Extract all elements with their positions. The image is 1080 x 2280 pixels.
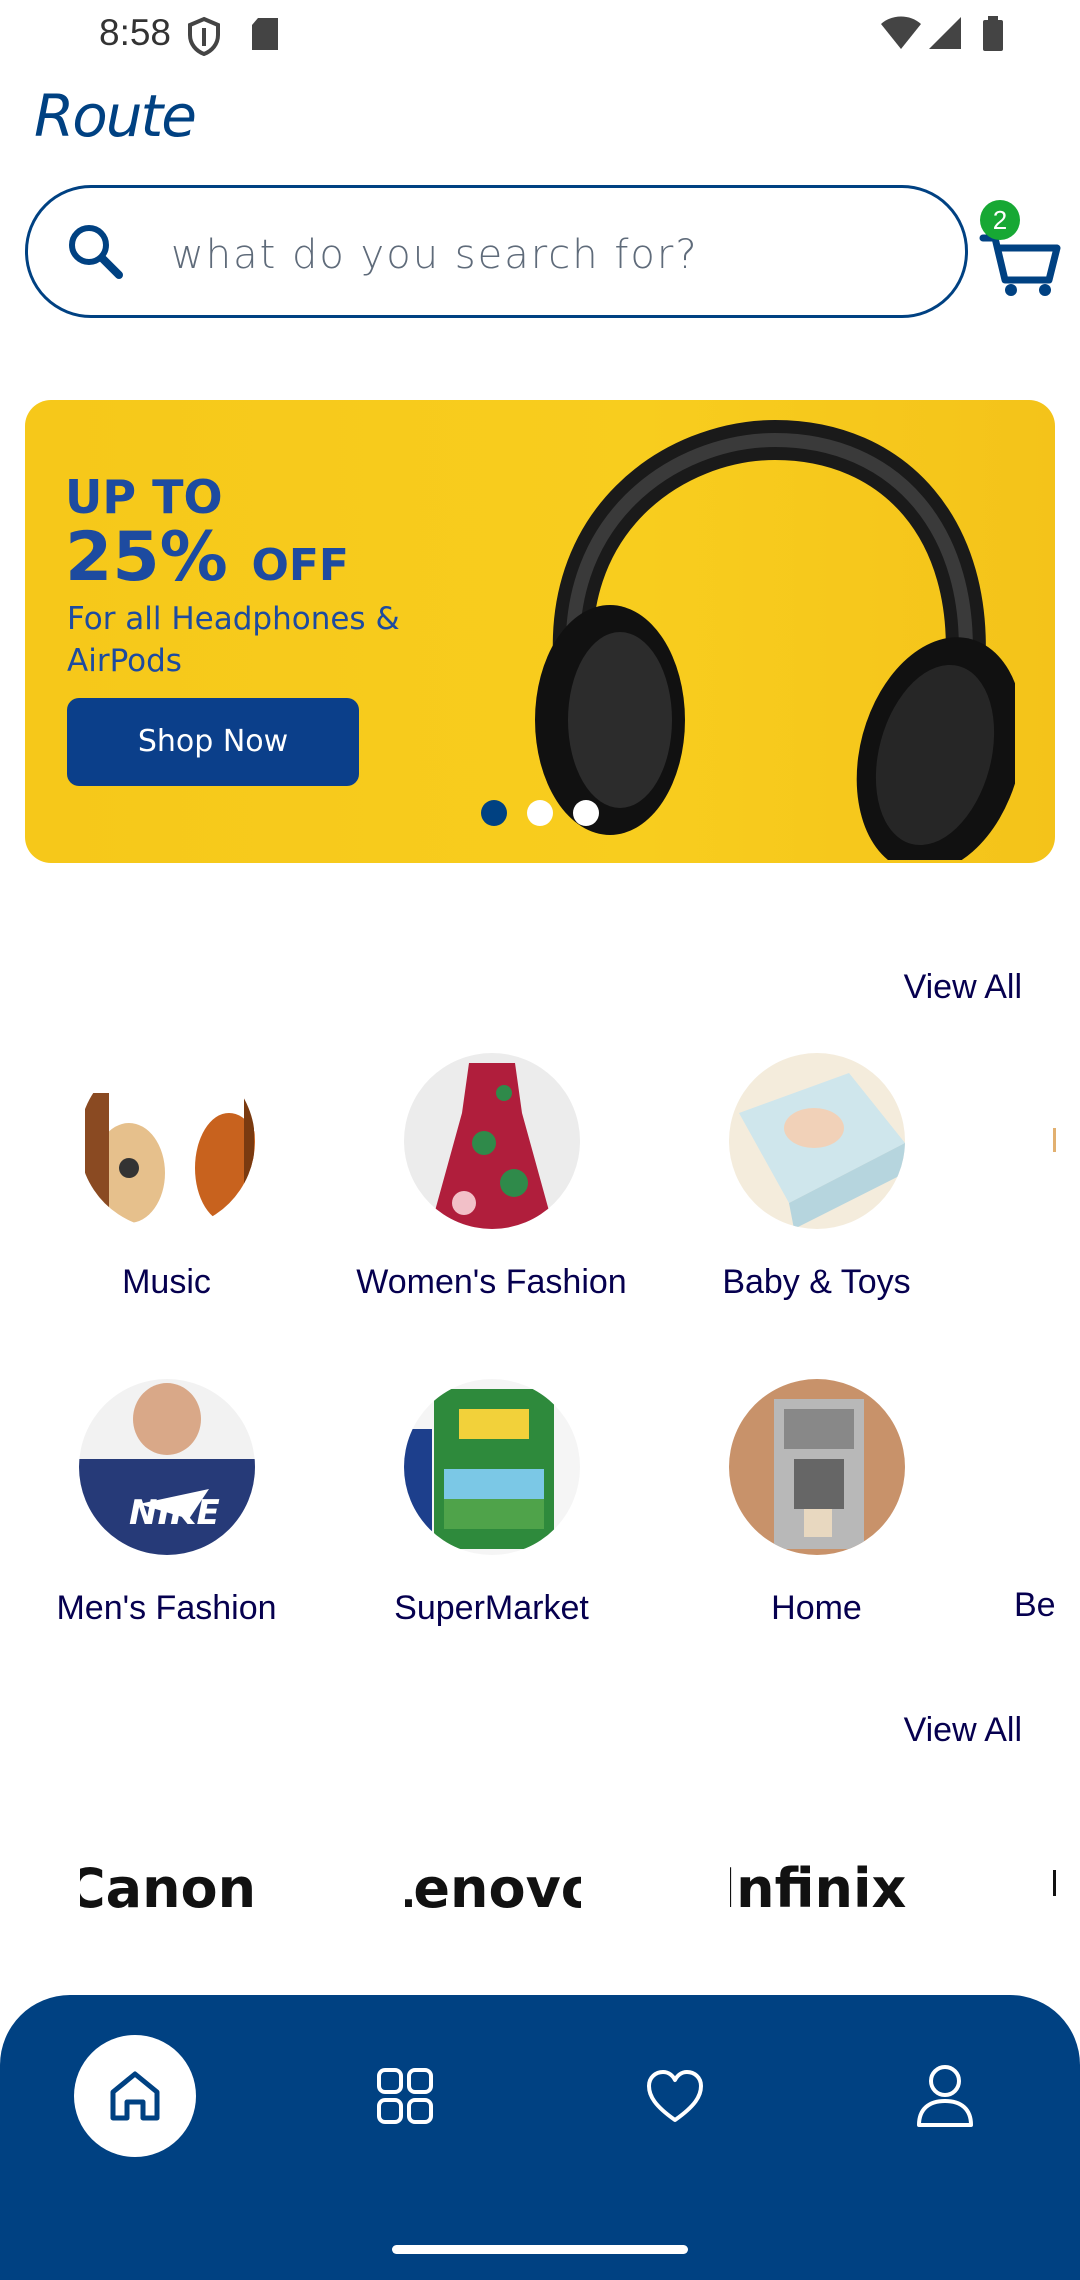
search-bar[interactable]: what do you search for? [25, 185, 968, 318]
category-image [403, 1053, 580, 1229]
nav-categories[interactable] [344, 2035, 466, 2157]
home-indicator[interactable] [392, 2245, 688, 2254]
category-label: SuperMarket [394, 1589, 589, 1627]
category-label: Women's Fashion [356, 1263, 627, 1301]
signal-icon [928, 16, 962, 55]
category-label-partial[interactable]: Be [1014, 1586, 1056, 1625]
categories-view-all[interactable]: View All [904, 968, 1022, 1007]
category-label: Baby & Toys [722, 1263, 911, 1301]
search-input[interactable]: what do you search for? [171, 232, 699, 278]
carousel-dots [25, 800, 1055, 831]
banner-percent: 25% [65, 518, 228, 597]
brand-label: Infinix [730, 1857, 906, 1920]
category-label: Home [771, 1589, 862, 1627]
home-icon [110, 2071, 160, 2121]
category-home[interactable]: Home [654, 1379, 979, 1628]
category-label: Men's Fashion [56, 1589, 277, 1627]
banner-off: OFF [251, 540, 349, 591]
cart-badge: 2 [980, 200, 1020, 240]
category-womens-fashion[interactable]: Women's Fashion [329, 1053, 654, 1302]
category-partial-image [1053, 1128, 1056, 1152]
banner-subtitle: For all Headphones & AirPods [67, 601, 400, 679]
battery-icon [982, 16, 1004, 57]
brand-partial [1053, 1870, 1056, 1896]
banner-line1: UP TO [65, 470, 223, 524]
category-image [403, 1379, 580, 1555]
profile-icon [917, 2065, 973, 2127]
brand-label: Canon [80, 1857, 256, 1920]
nav-home[interactable] [74, 2035, 196, 2157]
category-mens-fashion[interactable]: NIKE Men's Fashion [4, 1379, 329, 1628]
category-image [78, 1053, 255, 1229]
category-image: NIKE [78, 1379, 255, 1555]
svg-text:NIKE: NIKE [129, 1493, 220, 1533]
cart-icon [975, 234, 1065, 304]
headphones-image [455, 419, 1024, 863]
carousel-dot[interactable] [527, 800, 553, 826]
bottom-nav [0, 1995, 1080, 2280]
categories-icon [377, 2068, 433, 2124]
nav-profile[interactable] [884, 2035, 1006, 2157]
status-bar: 8:58 [0, 0, 1080, 66]
status-time: 8:58 [99, 12, 172, 53]
carousel-dot[interactable] [481, 800, 507, 826]
banner-discount: 25% OFF [65, 518, 349, 597]
category-music[interactable]: Music [4, 1053, 329, 1302]
category-label: Music [122, 1263, 211, 1301]
brand-lenovo[interactable]: Lenovo [405, 1855, 581, 1921]
category-image [728, 1053, 905, 1229]
brand-label: Lenovo [405, 1857, 581, 1920]
nav-wishlist[interactable] [614, 2035, 736, 2157]
category-baby-toys[interactable]: Baby & Toys [654, 1053, 979, 1302]
shop-now-button[interactable]: Shop Now [67, 698, 359, 786]
heart-icon [647, 2070, 703, 2122]
shield-icon [186, 16, 222, 61]
wifi-icon [880, 16, 922, 55]
category-supermarket[interactable]: SuperMarket [329, 1379, 654, 1628]
brands-view-all[interactable]: View All [904, 1711, 1022, 1750]
promo-banner[interactable]: UP TO 25% OFF For all Headphones & AirPo… [25, 400, 1055, 863]
carousel-dot[interactable] [573, 800, 599, 826]
sd-card-icon [250, 16, 280, 57]
brand-canon[interactable]: Canon [80, 1855, 256, 1921]
brand-infinix[interactable]: Infinix [730, 1855, 906, 1921]
category-image [728, 1379, 905, 1555]
search-icon [64, 220, 128, 289]
route-logo: Route [34, 82, 197, 150]
